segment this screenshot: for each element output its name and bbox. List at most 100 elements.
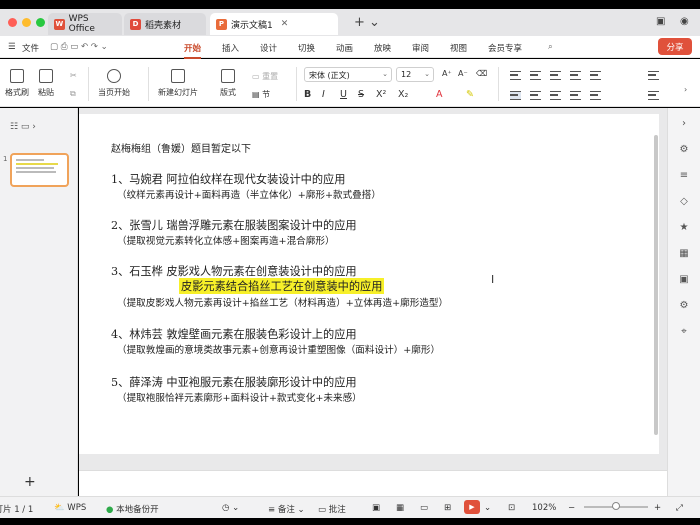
add-slide-icon[interactable]: +	[24, 474, 36, 490]
tab-animations[interactable]: 动画	[336, 42, 353, 54]
tab-view[interactable]: 视图	[450, 42, 467, 54]
reset-button[interactable]: ▭ 重置	[252, 71, 278, 82]
vertical-scrollbar[interactable]	[654, 135, 658, 435]
zoom-in-icon[interactable]: +	[654, 503, 661, 513]
underline-button[interactable]: U	[340, 89, 347, 100]
sliders-icon[interactable]: ≡	[678, 170, 690, 182]
item-5-detail[interactable]: （提取袍服恰袢元素廓形+面料设计+款式变化+未来感）	[117, 390, 362, 404]
slide[interactable]: 赵梅梅组（鲁媛）题目暂定以下 1、马婉君 阿拉伯纹样在现代女装设计中的应用 （纹…	[79, 114, 659, 454]
location-icon[interactable]: ⌖	[678, 326, 690, 338]
justify-icon[interactable]	[570, 91, 581, 100]
zoom-window-button[interactable]	[36, 18, 45, 27]
normal-view-icon[interactable]: ▣	[372, 503, 380, 513]
item-4-title[interactable]: 4、林炜芸 敦煌壁画元素在服装色彩设计上的应用	[111, 326, 357, 342]
item-3-highlight[interactable]: 皮影元素结合掐丝工艺在创意装中的应用	[179, 278, 385, 294]
align-right-icon[interactable]	[550, 91, 561, 100]
text-align-vertical-icon[interactable]	[648, 91, 659, 100]
align-left-icon[interactable]	[510, 91, 521, 100]
properties-icon[interactable]: ⚙	[678, 144, 690, 156]
window-layout-icon[interactable]: ▣	[656, 16, 665, 27]
copy-icon[interactable]: ⧉	[70, 89, 76, 99]
menu-icon[interactable]: ☰	[8, 42, 16, 52]
strikethrough-button[interactable]: S	[358, 89, 364, 100]
tab-design[interactable]: 设计	[260, 42, 277, 54]
start-from-current-button[interactable]: 当页开始	[98, 69, 130, 98]
new-tab-icon[interactable]: + ⌄	[354, 15, 380, 30]
format-painter-button[interactable]: 格式刷	[5, 69, 29, 98]
tab-insert[interactable]: 插入	[222, 42, 239, 54]
notes-area[interactable]	[79, 470, 667, 496]
tab-transitions[interactable]: 切换	[298, 42, 315, 54]
increase-indent-icon[interactable]	[570, 71, 581, 80]
panel-view-icons[interactable]: ☷ ▭ ›	[10, 122, 36, 132]
italic-button[interactable]: I	[322, 89, 325, 100]
item-1-title[interactable]: 1、马婉君 阿拉伯纹样在现代女装设计中的应用	[111, 171, 345, 187]
wps-status[interactable]: ⛅ WPS	[54, 503, 86, 513]
slide-sorter-icon[interactable]: ▦	[396, 503, 404, 513]
item-3-detail[interactable]: （提取皮影戏人物元素再设计+掐丝工艺（材料再造）+立体再造+廓形造型）	[117, 295, 448, 309]
superscript-button[interactable]: X²	[376, 89, 386, 100]
play-options-icon[interactable]: ⌄	[484, 503, 491, 513]
minimize-window-button[interactable]	[22, 18, 31, 27]
comments-toggle[interactable]: ▭ 批注	[318, 503, 346, 515]
tab-member[interactable]: 会员专享	[488, 42, 522, 54]
paste-button[interactable]: 粘贴	[38, 69, 54, 98]
notes-toggle[interactable]: ≡ 备注 ⌄	[268, 503, 305, 515]
tab-review[interactable]: 审阅	[412, 42, 429, 54]
image-icon[interactable]: ▣	[678, 274, 690, 286]
tab-presentation[interactable]: P 演示文稿1 ✕	[210, 13, 338, 35]
font-name-select[interactable]: 宋体 (正文) ⌄	[304, 67, 392, 82]
fit-window-icon[interactable]: ⊡	[508, 503, 515, 513]
fullscreen-icon[interactable]: ⤢	[676, 503, 683, 513]
zoom-out-icon[interactable]: −	[568, 503, 575, 513]
backup-status[interactable]: ● 本地备份开	[106, 503, 159, 515]
search-icon[interactable]: ⌕	[548, 42, 553, 52]
reading-view-icon[interactable]: ▭	[420, 503, 428, 513]
item-2-detail[interactable]: （提取视觉元素转化立体感+图案再造+混合廓形）	[117, 233, 335, 247]
slideshow-play-button[interactable]: ▶	[464, 500, 480, 514]
bold-button[interactable]: B	[304, 89, 311, 100]
close-window-button[interactable]	[8, 18, 17, 27]
distribute-icon[interactable]	[590, 91, 601, 100]
item-5-title[interactable]: 5、薛泽涛 中亚袍服元素在服装廓形设计中的应用	[111, 374, 357, 390]
theme-icon[interactable]: ◷ ⌄	[222, 503, 239, 513]
tab-home[interactable]: 开始	[184, 42, 202, 59]
zoom-slider-handle[interactable]	[612, 502, 620, 510]
increase-font-icon[interactable]: A⁺	[442, 69, 452, 78]
bullet-list-icon[interactable]	[510, 71, 521, 80]
presenter-view-icon[interactable]: ⊞	[444, 503, 451, 513]
animation-icon[interactable]: ★	[678, 222, 690, 234]
item-1-detail[interactable]: （纹样元素再设计+面料再造（半立体化）+廓形+款式叠搭）	[117, 187, 381, 201]
shape-icon[interactable]: ◇	[678, 196, 690, 208]
numbered-list-icon[interactable]	[530, 71, 541, 80]
highlight-color-icon[interactable]: ✎	[466, 89, 474, 100]
text-direction-icon[interactable]	[648, 71, 659, 80]
font-size-select[interactable]: 12 ⌄	[396, 67, 434, 82]
layout-button[interactable]: 版式	[220, 69, 236, 98]
font-color-icon[interactable]: A	[436, 89, 443, 100]
clear-format-icon[interactable]: ⌫	[476, 69, 487, 78]
decrease-font-icon[interactable]: A⁻	[458, 69, 468, 78]
table-icon[interactable]: ▦	[678, 248, 690, 260]
share-button[interactable]: 分享	[658, 38, 692, 55]
expand-panel-icon[interactable]: ›	[678, 118, 690, 130]
avatar[interactable]: ◉	[680, 16, 689, 27]
slide-thumbnail[interactable]	[10, 153, 69, 187]
menu-file[interactable]: 文件	[22, 42, 39, 54]
align-center-icon[interactable]	[530, 91, 541, 100]
slide-heading[interactable]: 赵梅梅组（鲁媛）题目暂定以下	[111, 140, 251, 155]
close-tab-icon[interactable]: ✕	[281, 19, 289, 29]
subscript-button[interactable]: X₂	[398, 89, 408, 100]
section-button[interactable]: ▤ 节	[252, 89, 270, 100]
cut-icon[interactable]: ✂	[70, 71, 77, 80]
new-slide-button[interactable]: 新建幻灯片	[158, 69, 198, 98]
item-4-detail[interactable]: （提取敦煌画的意境类故事元素+创意再设计重塑图像（面料设计）+廓形）	[117, 342, 440, 356]
line-spacing-icon[interactable]	[590, 71, 601, 80]
item-2-title[interactable]: 2、张雪儿 瑞兽浮雕元素在服装图案设计中的应用	[111, 217, 357, 233]
quick-access-toolbar[interactable]: ▢ ⎙ ▭ ↶ ↷ ⌄	[50, 42, 108, 52]
item-3-title[interactable]: 3、石玉桦 皮影戏人物元素在创意装设计中的应用	[111, 263, 357, 279]
tab-wps-office[interactable]: W WPS Office	[48, 13, 122, 35]
settings-icon[interactable]: ⚙	[678, 300, 690, 312]
tab-slideshow[interactable]: 放映	[374, 42, 391, 54]
tab-docer[interactable]: D 稻壳素材	[124, 13, 206, 35]
